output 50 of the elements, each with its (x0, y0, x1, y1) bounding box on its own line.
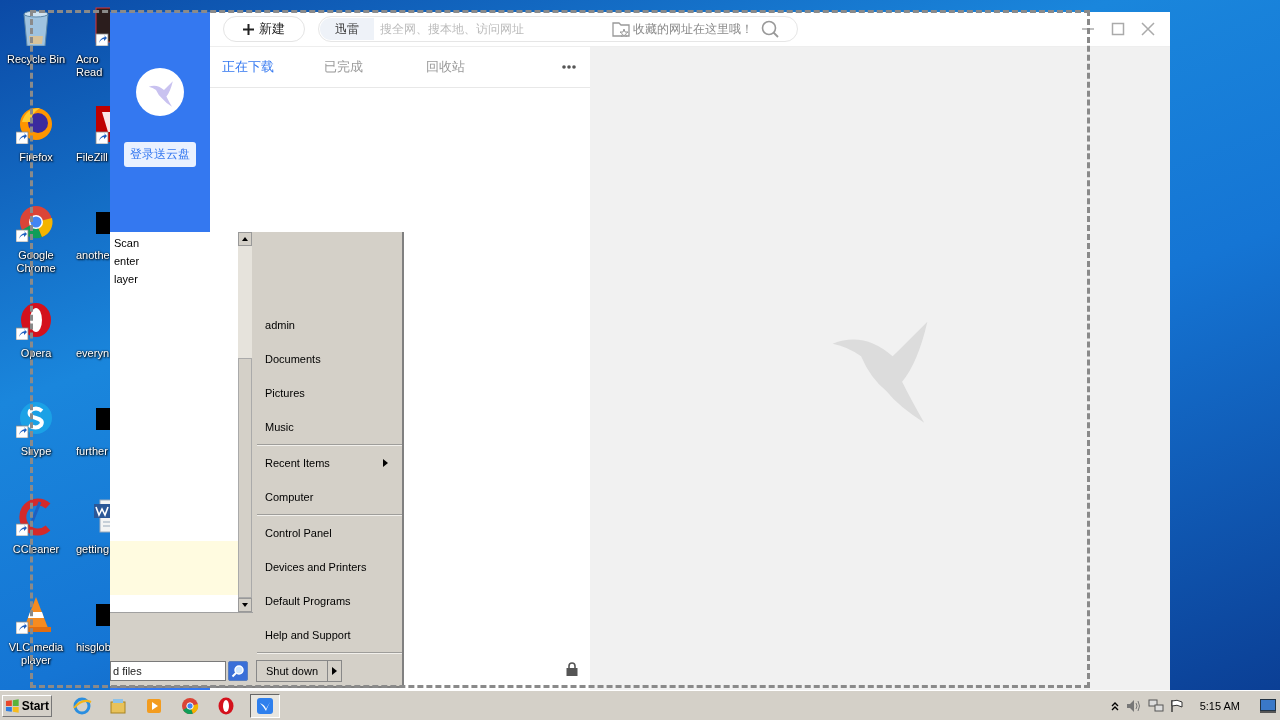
start-menu-item[interactable]: Default Programs (257, 584, 402, 618)
program-item[interactable]: enter (110, 252, 238, 270)
caret-icon (332, 667, 337, 675)
scrollbar[interactable] (238, 232, 252, 612)
show-desktop-icon[interactable] (1260, 698, 1276, 713)
start-menu-item[interactable]: Computer (257, 480, 402, 514)
program-item[interactable]: Scan (110, 234, 238, 252)
favorites-hint: 收藏的网址在这里哦！ (633, 20, 753, 38)
start-menu-item[interactable]: Help and Support (257, 618, 402, 652)
speaker-icon[interactable] (1125, 698, 1142, 713)
start-menu-item[interactable]: Documents (257, 342, 402, 376)
caret-icon (383, 459, 388, 467)
desktop-icon-label[interactable]: getting (76, 543, 110, 556)
new-button[interactable]: 新建 (223, 16, 305, 42)
lock-icon[interactable] (566, 662, 578, 676)
start-button[interactable]: Start (2, 694, 52, 717)
desktop-icon-label[interactable]: CCleaner (12, 543, 60, 556)
desktop-icon-label[interactable]: Recycle Bin (6, 53, 66, 66)
plus-icon (243, 23, 254, 35)
start-menu-item[interactable]: admin (257, 308, 402, 342)
start-menu-item[interactable]: Music (257, 410, 402, 444)
desktop-icon-label[interactable]: FileZill (76, 151, 108, 164)
tab[interactable]: 正在下载 (222, 58, 324, 76)
start-menu-item[interactable]: Pictures (257, 376, 402, 410)
program-item[interactable]: layer (110, 270, 238, 288)
flag-icon[interactable] (1169, 698, 1184, 713)
search-icon[interactable] (761, 20, 779, 38)
desktop-icon-label[interactable]: further (76, 445, 108, 458)
desktop-icon-label[interactable]: hisglob (76, 641, 111, 654)
desktop-icon-label[interactable]: Acro Read (76, 53, 111, 79)
search-button[interactable] (228, 661, 248, 681)
shutdown-options-button[interactable] (328, 660, 342, 682)
folder-star-icon[interactable] (612, 21, 630, 37)
start-menu-item[interactable]: Control Panel (257, 516, 402, 550)
desktop-icon-label[interactable]: everyn (76, 347, 110, 360)
search-field[interactable]: 搜全网、搜本地、访问网址 (378, 21, 612, 37)
login-button[interactable]: 登录送云盘 (124, 142, 196, 167)
desktop-icon-label[interactable]: Firefox (19, 151, 53, 164)
start-menu-item[interactable]: Devices and Printers (257, 550, 402, 584)
thunder-taskbar-icon[interactable] (250, 693, 280, 718)
start-menu-item[interactable]: Recent Items (257, 446, 402, 480)
more-icon[interactable] (562, 65, 576, 69)
clock[interactable]: 5:15 AM (1199, 699, 1240, 712)
search-engine-chip[interactable]: 迅雷 (320, 18, 374, 40)
avatar-icon[interactable] (136, 68, 184, 116)
network-icon[interactable] (1147, 698, 1164, 713)
windows-logo-icon (5, 698, 20, 713)
shutdown-button[interactable]: Shut down (256, 660, 328, 682)
desktop-icon-label[interactable]: anothe (76, 249, 110, 262)
search-field[interactable]: d files (110, 661, 226, 681)
